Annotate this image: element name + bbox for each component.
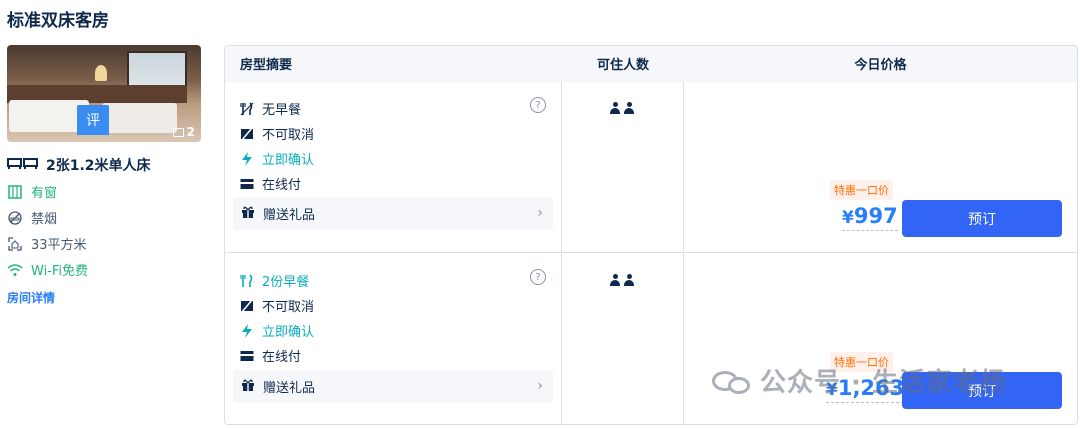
- room-photo[interactable]: 评 2: [7, 45, 201, 142]
- policy-cancel-label: 不可取消: [262, 128, 315, 143]
- gift-icon: [241, 205, 255, 223]
- bed-type: 2张1.2米单人床: [7, 155, 203, 175]
- area-icon: [7, 236, 23, 252]
- policy-breakfast: 无早餐: [240, 96, 553, 121]
- rate-price: 特惠一口价 ¥1,263 预订: [684, 254, 1077, 424]
- price-amount: 997: [853, 204, 898, 228]
- feature-nonsmoking: 禁烟: [7, 208, 203, 227]
- image-icon: [172, 127, 184, 137]
- policy-confirm: 立即确认: [240, 318, 553, 343]
- room-details-link[interactable]: 房间详情: [7, 289, 203, 306]
- photo-bed-right: [102, 103, 177, 133]
- card-icon: [240, 349, 254, 363]
- policy-cancel: 不可取消: [240, 293, 553, 318]
- card-icon: [240, 177, 254, 191]
- no-cancel-icon: [240, 127, 254, 141]
- rate-summary: 2份早餐 不可取消 立即确认 在线付 ? 赠送礼品 ›: [225, 254, 562, 424]
- policy-breakfast-label: 无早餐: [262, 103, 302, 118]
- rate-row: 2份早餐 不可取消 立即确认 在线付 ? 赠送礼品 › 特惠一口价 ¥1,263…: [225, 254, 1077, 424]
- rate-row: 无早餐 不可取消 立即确认 在线付 ? 赠送礼品 › 特惠一口价 ¥997 预订: [225, 82, 1077, 253]
- gift-bar[interactable]: 赠送礼品 ›: [233, 370, 553, 403]
- rate-guests: [562, 82, 684, 252]
- policy-cancel: 不可取消: [240, 121, 553, 146]
- policy-payment: 在线付: [240, 343, 553, 368]
- no-smoking-icon: [7, 210, 23, 226]
- bed-label: 2张1.2米单人床: [46, 158, 151, 174]
- policy-confirm-label: 立即确认: [262, 325, 315, 340]
- photo-count-value: 2: [186, 125, 195, 139]
- feature-area-label: 33平方米: [31, 238, 87, 253]
- review-badge[interactable]: 评: [77, 105, 109, 135]
- gift-label: 赠送礼品: [263, 208, 316, 223]
- help-icon[interactable]: ?: [530, 97, 546, 113]
- no-breakfast-icon: [240, 101, 254, 116]
- feature-window-label: 有窗: [31, 186, 58, 201]
- deal-tag: 特惠一口价: [830, 180, 893, 200]
- feature-wifi-label: Wi-Fi免费: [31, 264, 89, 279]
- no-cancel-icon: [240, 299, 254, 313]
- gift-label: 赠送礼品: [263, 381, 316, 396]
- watermark-text: 公众号 · 生活家老杨: [760, 368, 1007, 398]
- breakfast-icon: [240, 273, 254, 288]
- policy-payment-label: 在线付: [262, 350, 302, 365]
- policy-payment-label: 在线付: [262, 178, 302, 193]
- photo-lamp: [95, 65, 107, 81]
- policy-breakfast: 2份早餐: [240, 268, 553, 293]
- feature-area: 33平方米: [7, 234, 203, 253]
- wifi-icon: [7, 262, 23, 278]
- feature-wifi: Wi-Fi免费: [7, 260, 203, 279]
- person-icon: [610, 102, 620, 114]
- lightning-icon: [240, 151, 254, 166]
- window-icon: [7, 184, 23, 200]
- feature-nonsmoking-label: 禁烟: [31, 212, 58, 227]
- chevron-right-icon: ›: [537, 378, 543, 394]
- guest-count-icons: [610, 102, 634, 114]
- room-info-panel: 评 2 2张1.2米单人床 有窗 禁烟 33平方米 Wi-Fi免费 房间详情: [7, 45, 203, 306]
- policy-confirm-label: 立即确认: [262, 153, 315, 168]
- wechat-icon: [712, 367, 752, 395]
- price-value[interactable]: ¥997: [842, 204, 898, 231]
- feature-window: 有窗: [7, 182, 203, 201]
- gift-bar[interactable]: 赠送礼品 ›: [233, 197, 553, 230]
- book-button[interactable]: 预订: [902, 200, 1062, 237]
- gift-icon: [241, 378, 255, 396]
- table-header: 房型摘要 可住人数 今日价格: [225, 46, 1077, 82]
- bed-icon: [7, 156, 39, 174]
- photo-count[interactable]: 2: [172, 125, 195, 139]
- header-price: 今日价格: [854, 58, 907, 73]
- policy-breakfast-label: 2份早餐: [262, 275, 310, 290]
- watermark: 公众号 · 生活家老杨: [712, 362, 1007, 399]
- currency-symbol: ¥: [842, 208, 854, 228]
- chevron-right-icon: ›: [537, 205, 543, 221]
- header-guests: 可住人数: [596, 58, 649, 73]
- person-icon: [610, 274, 620, 286]
- rate-guests: [562, 254, 684, 424]
- policy-confirm: 立即确认: [240, 146, 553, 171]
- policy-cancel-label: 不可取消: [262, 300, 315, 315]
- room-title: 标准双床客房: [7, 11, 109, 31]
- guest-count-icons: [610, 274, 634, 286]
- lightning-icon: [240, 323, 254, 338]
- rate-summary: 无早餐 不可取消 立即确认 在线付 ? 赠送礼品 ›: [225, 82, 562, 252]
- rate-price: 特惠一口价 ¥997 预订: [684, 82, 1077, 252]
- person-icon: [624, 102, 634, 114]
- help-icon[interactable]: ?: [530, 269, 546, 285]
- person-icon: [624, 274, 634, 286]
- policy-payment: 在线付: [240, 171, 553, 196]
- header-summary: 房型摘要: [240, 58, 293, 73]
